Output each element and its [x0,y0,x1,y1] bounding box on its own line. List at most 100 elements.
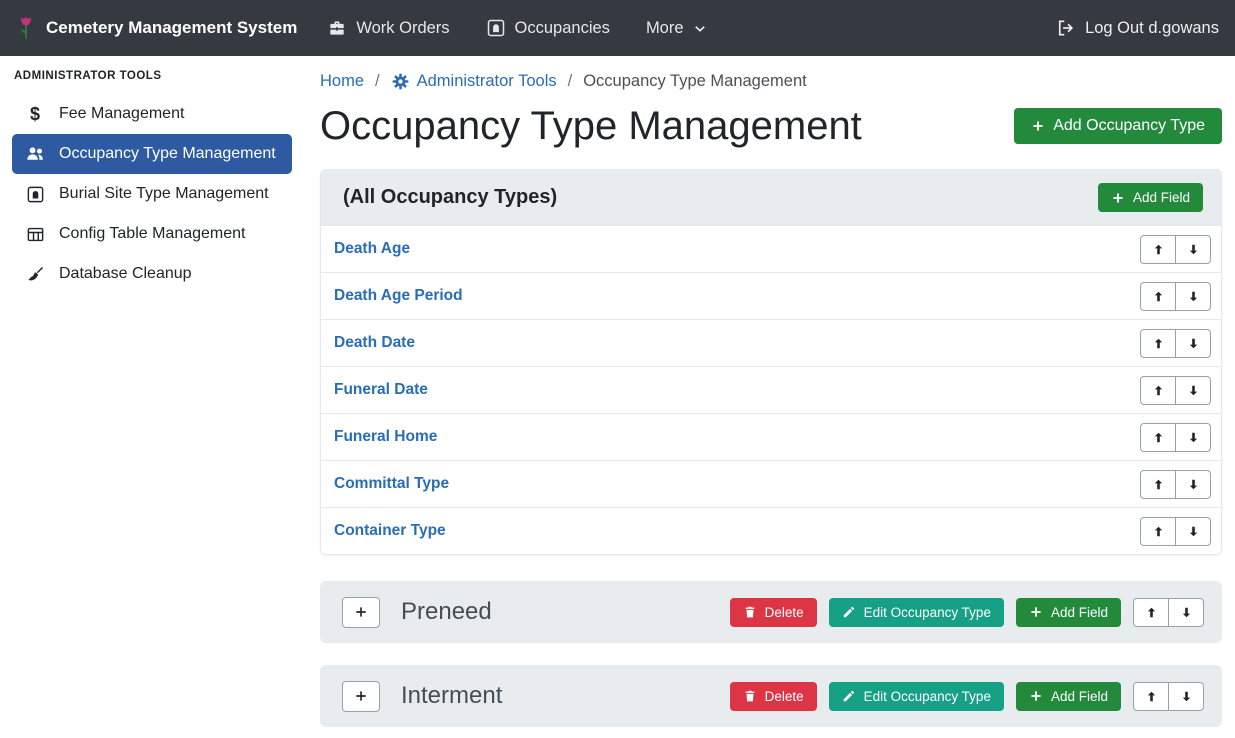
move-up-button[interactable] [1140,282,1176,311]
arrow-up-icon [1152,384,1165,397]
move-up-button[interactable] [1140,235,1176,264]
add-field-label: Add Field [1051,605,1108,620]
arrow-down-icon [1180,606,1193,619]
tulip-logo-icon [16,15,36,41]
main-content: Home / Administrat [300,56,1235,738]
field-link-committal-type[interactable]: Committal Type [334,475,449,493]
pencil-icon [842,605,856,619]
arrow-down-icon [1187,525,1200,538]
sidebar-item-config-table-management[interactable]: Config Table Management [12,214,292,254]
field-link-death-age[interactable]: Death Age [334,240,410,258]
move-down-button[interactable] [1175,235,1211,264]
breadcrumb-home-link[interactable]: Home [320,72,364,91]
logout-label: Log Out d.gowans [1085,19,1219,38]
delete-label: Delete [765,605,804,620]
edit-occupancy-type-button[interactable]: Edit Occupancy Type [829,598,1004,627]
move-down-button[interactable] [1175,376,1211,405]
reorder-group [1140,282,1211,311]
nav-occupancies-label: Occupancies [515,19,610,38]
nav-occupancies[interactable]: Occupancies [486,18,610,38]
sidebar-item-burial-site-type-management[interactable]: Burial Site Type Management [12,174,292,214]
sidebar-item-occupancy-type-management[interactable]: Occupancy Type Management [12,134,292,174]
move-down-button[interactable] [1168,682,1204,711]
breadcrumb-admin-tools-label: Administrator Tools [417,72,557,91]
brand-link[interactable]: Cemetery Management System [16,15,297,41]
move-down-button[interactable] [1175,470,1211,499]
edit-occupancy-type-label: Edit Occupancy Type [864,689,991,704]
logout-icon [1056,18,1076,38]
field-link-container-type[interactable]: Container Type [334,522,446,540]
arrow-up-icon [1152,431,1165,444]
plus-icon [1111,191,1125,205]
trash-icon [743,689,757,703]
edit-occupancy-type-button[interactable]: Edit Occupancy Type [829,682,1004,711]
breadcrumb-current: Occupancy Type Management [583,72,807,91]
sidebar-item-database-cleanup[interactable]: Database Cleanup [12,254,292,294]
move-up-button[interactable] [1140,517,1176,546]
plus-icon [1031,119,1045,133]
arrow-down-icon [1187,243,1200,256]
occupancy-type-actions: Delete Edit Occupancy Type Add Field [730,598,1204,627]
add-occupancy-type-button[interactable]: Add Occupancy Type [1014,108,1222,144]
arrow-down-icon [1187,478,1200,491]
field-link-funeral-home[interactable]: Funeral Home [334,428,437,446]
nav-more-label: More [646,19,684,38]
move-up-button[interactable] [1133,682,1169,711]
gear-icon [391,72,410,91]
nav-more[interactable]: More [646,19,707,38]
field-row: Death Age [321,225,1221,272]
logout-link[interactable]: Log Out d.gowans [1056,18,1219,38]
arrow-up-icon [1152,525,1165,538]
arrow-up-icon [1152,290,1165,303]
move-up-button[interactable] [1140,376,1176,405]
top-navbar: Cemetery Management System Work Orders O… [0,0,1235,56]
move-up-button[interactable] [1140,329,1176,358]
toolbox-icon [327,18,347,38]
reorder-group [1140,470,1211,499]
arrow-up-icon [1145,606,1158,619]
field-row: Funeral Home [321,413,1221,460]
field-row: Container Type [321,507,1221,554]
arrow-down-icon [1187,384,1200,397]
sidebar-item-label: Config Table Management [59,225,246,243]
nav-work-orders[interactable]: Work Orders [327,18,449,38]
nav-work-orders-label: Work Orders [356,19,449,38]
move-down-button[interactable] [1168,598,1204,627]
reorder-group [1140,423,1211,452]
add-field-label: Add Field [1133,190,1190,205]
sidebar-item-fee-management[interactable]: $ Fee Management [12,94,292,134]
move-up-button[interactable] [1140,470,1176,499]
add-field-button[interactable]: Add Field [1016,598,1121,627]
field-link-death-age-period[interactable]: Death Age Period [334,287,463,305]
breadcrumb-admin-tools-link[interactable]: Administrator Tools [391,72,557,91]
delete-button[interactable]: Delete [730,682,817,711]
occupancy-type-actions: Delete Edit Occupancy Type Add Field [730,682,1204,711]
broom-icon [24,264,46,284]
move-down-button[interactable] [1175,517,1211,546]
occupancy-type-title: Interment [401,682,502,710]
sidebar-header: ADMINISTRATOR TOOLS [14,70,292,82]
expand-button[interactable] [342,597,380,628]
tombstone-icon [24,184,46,204]
add-field-button[interactable]: Add Field [1098,183,1203,212]
move-up-button[interactable] [1133,598,1169,627]
add-field-button[interactable]: Add Field [1016,682,1121,711]
arrow-up-icon [1152,243,1165,256]
tombstone-icon [486,18,506,38]
move-down-button[interactable] [1175,282,1211,311]
reorder-group [1140,235,1211,264]
reorder-group [1133,598,1204,627]
arrow-down-icon [1187,290,1200,303]
move-up-button[interactable] [1140,423,1176,452]
expand-button[interactable] [342,681,380,712]
field-row: Funeral Date [321,366,1221,413]
sidebar: ADMINISTRATOR TOOLS $ Fee Management Occ… [0,56,300,738]
arrow-down-icon [1187,337,1200,350]
move-down-button[interactable] [1175,329,1211,358]
field-link-death-date[interactable]: Death Date [334,334,415,352]
move-down-button[interactable] [1175,423,1211,452]
main-nav: Work Orders Occupancies More [327,18,706,38]
sidebar-item-label: Database Cleanup [59,265,192,283]
delete-button[interactable]: Delete [730,598,817,627]
field-link-funeral-date[interactable]: Funeral Date [334,381,428,399]
